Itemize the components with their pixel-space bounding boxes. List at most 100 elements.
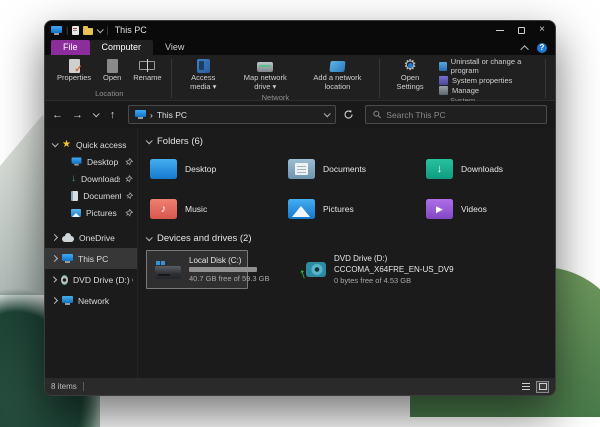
sidebar-item-quick-access[interactable]: ★ Quick access — [45, 136, 137, 153]
search-input[interactable] — [386, 110, 539, 120]
system-properties-button[interactable]: System properties — [437, 76, 540, 85]
add-network-location-icon — [329, 61, 345, 72]
videos-folder-icon: ▶ — [426, 199, 453, 219]
documents-icon — [71, 191, 78, 201]
folder-tile-downloads[interactable]: ↓ Downloads — [426, 153, 556, 185]
quick-access-folder-icon[interactable] — [83, 28, 93, 35]
chevron-right-icon[interactable] — [51, 297, 58, 304]
properties-button[interactable]: ✓ Properties — [53, 57, 95, 84]
location-group-label: Location — [53, 88, 166, 100]
ribbon-group-system: ⚙ Open Settings Uninstall or change a pr… — [385, 57, 540, 100]
manage-button[interactable]: Manage — [437, 86, 540, 95]
add-network-location-button[interactable]: Add a network location — [300, 57, 374, 92]
folder-tile-music[interactable]: ♪ Music — [150, 193, 288, 225]
file-list-pane: Folders (6) Desktop Documents ↓ Download… — [138, 128, 556, 378]
sidebar-item-dvd-drive[interactable]: DVD Drive (D:) CCCC — [45, 269, 137, 290]
drives-section-header[interactable]: Devices and drives (2) — [146, 233, 556, 244]
system-menu-items: Uninstall or change a program System pro… — [437, 57, 540, 95]
explorer-body: ★ Quick access Desktop ↓ Downloads Docum… — [45, 128, 555, 378]
folder-tile-pictures[interactable]: Pictures — [288, 193, 426, 225]
sidebar-item-desktop[interactable]: Desktop — [45, 153, 137, 170]
uninstall-program-button[interactable]: Uninstall or change a program — [437, 57, 540, 75]
pictures-icon — [71, 209, 81, 217]
downloads-folder-icon: ↓ — [426, 159, 453, 179]
titlebar[interactable]: | | This PC × — [45, 21, 555, 39]
ribbon-divider2 — [379, 59, 380, 98]
help-icon[interactable]: ? — [537, 43, 547, 53]
status-bar: 8 items — [45, 378, 555, 395]
titlebar-separator: | — [66, 25, 68, 35]
quick-access-properties-icon[interactable] — [72, 26, 79, 35]
dvd-drive-icon — [61, 275, 68, 285]
breadcrumb[interactable]: This PC — [157, 110, 187, 120]
refresh-button[interactable] — [339, 106, 357, 124]
folder-tile-documents[interactable]: Documents — [288, 153, 426, 185]
sidebar-item-this-pc[interactable]: This PC — [45, 248, 137, 269]
minimize-button[interactable] — [496, 30, 504, 31]
chevron-down-icon[interactable] — [52, 140, 59, 147]
maximize-button[interactable] — [518, 27, 525, 34]
tab-file[interactable]: File — [51, 40, 90, 55]
open-button[interactable]: Open — [97, 57, 127, 84]
gear-icon: ⚙ — [403, 58, 416, 73]
search-icon — [373, 110, 381, 119]
tab-computer[interactable]: Computer — [90, 40, 154, 55]
tab-view[interactable]: View — [153, 40, 196, 55]
manage-icon — [439, 86, 448, 95]
map-network-drive-button[interactable]: Map network drive ▾ — [232, 57, 298, 92]
pictures-folder-icon — [288, 199, 315, 219]
item-count: 8 items — [51, 382, 77, 391]
breadcrumb-separator: › — [150, 110, 153, 120]
navigation-bar: ← → ↑ › This PC — [45, 101, 555, 128]
map-network-drive-icon — [257, 62, 273, 72]
folder-tile-desktop[interactable]: Desktop — [150, 153, 288, 185]
access-media-icon — [197, 59, 210, 73]
rename-button[interactable]: Rename — [129, 57, 165, 84]
sidebar-item-documents[interactable]: Documents — [45, 187, 137, 204]
ribbon-group-network: Access media ▾ Map network drive ▾ Add a… — [176, 57, 374, 100]
uninstall-icon — [439, 62, 447, 71]
titlebar-separator2: | — [106, 25, 108, 35]
back-button[interactable]: ← — [49, 106, 66, 123]
open-settings-button[interactable]: ⚙ Open Settings — [385, 57, 435, 92]
pin-icon — [125, 175, 133, 183]
chevron-right-icon[interactable] — [51, 276, 57, 282]
sidebar-item-pictures[interactable]: Pictures — [45, 204, 137, 221]
quick-access-toolbar-dropdown-icon[interactable] — [97, 26, 104, 33]
disk-usage-bar — [189, 267, 257, 272]
access-media-button[interactable]: Access media ▾ — [176, 57, 230, 92]
close-button[interactable]: × — [539, 26, 545, 34]
search-box[interactable] — [365, 105, 547, 124]
dvd-disc-icon: ↑ — [300, 261, 326, 279]
address-dropdown-icon[interactable] — [324, 110, 331, 117]
drive-tile-local-disk[interactable]: Local Disk (C:) 40.7 GB free of 59.3 GB — [146, 250, 248, 289]
large-icons-view-icon[interactable] — [536, 381, 549, 393]
collapse-section-icon[interactable] — [146, 137, 153, 144]
sidebar-item-downloads[interactable]: ↓ Downloads — [45, 170, 137, 187]
pin-icon — [125, 209, 133, 217]
details-view-icon[interactable] — [519, 381, 532, 393]
network-icon — [62, 296, 73, 305]
up-button[interactable]: ↑ — [104, 106, 121, 123]
collapse-section-icon[interactable] — [146, 234, 153, 241]
address-bar[interactable]: › This PC — [128, 105, 336, 124]
recent-locations-icon[interactable] — [89, 106, 101, 123]
desktop-folder-icon — [150, 159, 177, 179]
sidebar-item-onedrive[interactable]: OneDrive — [45, 227, 137, 248]
chevron-right-icon[interactable] — [51, 234, 58, 241]
chevron-right-icon[interactable] — [51, 255, 58, 262]
ribbon-tab-strip: File Computer View ? — [45, 39, 555, 55]
folders-section-header[interactable]: Folders (6) — [146, 136, 556, 147]
pin-icon — [125, 158, 133, 166]
collapse-ribbon-icon[interactable] — [520, 45, 528, 53]
rename-icon — [139, 61, 155, 70]
refresh-icon — [343, 109, 354, 120]
open-icon — [107, 59, 118, 73]
sidebar-item-network[interactable]: Network — [45, 290, 137, 311]
drive-tile-dvd[interactable]: ↑ DVD Drive (D:) CCCOMA_X64FRE_EN-US_DV9… — [292, 250, 462, 289]
forward-button[interactable]: → — [69, 106, 86, 123]
window-controls: × — [496, 26, 549, 34]
view-switcher — [519, 381, 549, 393]
folder-tile-videos[interactable]: ▶ Videos — [426, 193, 556, 225]
drives-row: Local Disk (C:) 40.7 GB free of 59.3 GB … — [146, 250, 556, 289]
